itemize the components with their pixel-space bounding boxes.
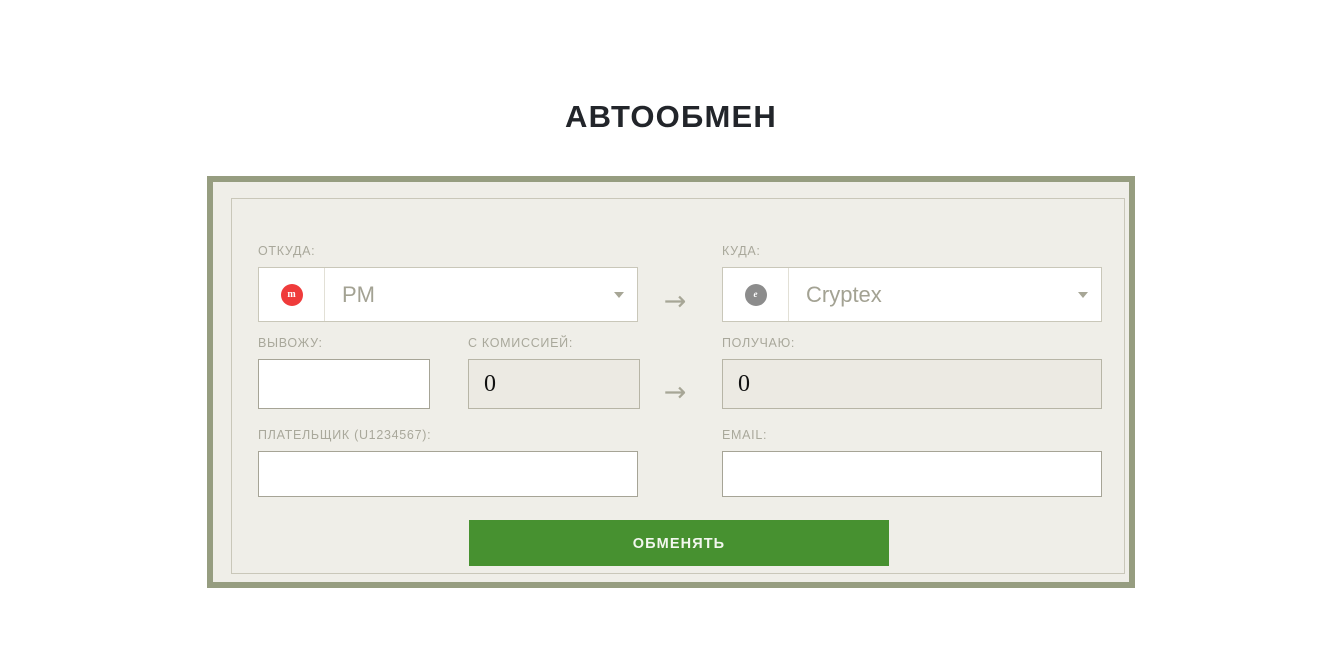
to-currency-group: КУДА: e Cryptex xyxy=(722,244,1102,322)
to-currency-value: Cryptex xyxy=(806,281,882,307)
amount-row: ВЫВОЖУ: С КОМИССИЕЙ: 0 ПОЛУЧАЮ: 0 xyxy=(232,336,1126,409)
details-row: ПЛАТЕЛЬЩИК (U1234567): EMAIL: xyxy=(232,428,1126,498)
email-input[interactable] xyxy=(722,451,1102,497)
email-label: EMAIL: xyxy=(722,428,768,442)
cryptex-coin-icon: e xyxy=(744,283,767,306)
submit-row: ОБМЕНЯТЬ xyxy=(232,520,1126,566)
exchange-widget-frame: ОТКУДА: m PM КУДА: e Cryptex → → ВЫВОЖУ:… xyxy=(207,176,1135,588)
exchange-page: АВТООБМЕН ОТКУДА: m PM КУДА: e Cryptex →… xyxy=(0,0,1342,657)
with-fee-value: 0 xyxy=(468,359,640,409)
exchange-submit-button[interactable]: ОБМЕНЯТЬ xyxy=(469,520,889,566)
to-currency-select[interactable]: e Cryptex xyxy=(722,267,1102,322)
give-amount-input[interactable] xyxy=(258,359,430,409)
to-currency-label: КУДА: xyxy=(722,244,761,258)
from-currency-select[interactable]: m PM xyxy=(258,267,638,322)
receive-amount-label: ПОЛУЧАЮ: xyxy=(722,336,796,350)
from-currency-value: PM xyxy=(342,281,375,307)
arrow-right-icon: → xyxy=(663,286,687,317)
chevron-down-icon xyxy=(614,291,624,298)
chevron-down-icon xyxy=(1078,291,1088,298)
give-amount-label: ВЫВОЖУ: xyxy=(258,336,323,350)
perfect-money-coin-icon: m xyxy=(280,283,303,306)
page-title: АВТООБМЕН xyxy=(565,98,777,134)
receive-amount-group: ПОЛУЧАЮ: 0 xyxy=(722,336,1102,409)
give-amount-group: ВЫВОЖУ: xyxy=(258,336,430,409)
payer-label: ПЛАТЕЛЬЩИК (U1234567): xyxy=(258,428,432,442)
from-currency-group: ОТКУДА: m PM xyxy=(258,244,638,322)
from-currency-icon-cell: m xyxy=(259,268,325,321)
from-currency-label: ОТКУДА: xyxy=(258,244,316,258)
to-currency-icon-cell: e xyxy=(723,268,789,321)
receive-amount-value: 0 xyxy=(722,359,1102,409)
payer-group: ПЛАТЕЛЬЩИК (U1234567): xyxy=(258,428,638,497)
with-fee-label: С КОМИССИЕЙ: xyxy=(468,336,573,350)
payer-input[interactable] xyxy=(258,451,638,497)
exchange-form-panel: ОТКУДА: m PM КУДА: e Cryptex → → ВЫВОЖУ:… xyxy=(231,198,1125,574)
with-fee-group: С КОМИССИЕЙ: 0 xyxy=(468,336,640,409)
email-group: EMAIL: xyxy=(722,428,1102,497)
